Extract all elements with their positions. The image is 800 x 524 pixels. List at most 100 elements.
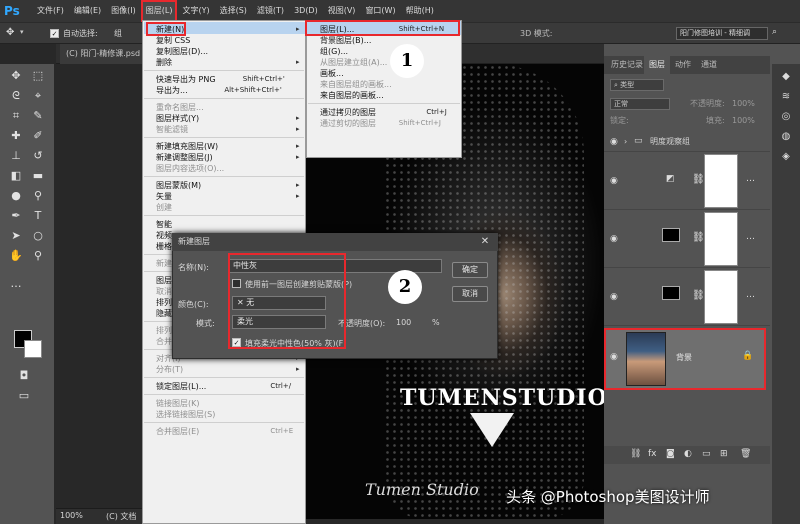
- layer-menu-item[interactable]: 复制图层(D)...: [156, 46, 208, 57]
- menu-window[interactable]: 窗口(W): [360, 0, 400, 22]
- layer-menu-item[interactable]: 智能滤镜: [156, 124, 188, 135]
- layer-menu-item[interactable]: 链接图层(K): [156, 398, 200, 409]
- ellipse-tool-icon[interactable]: ○: [30, 228, 46, 244]
- eye-icon[interactable]: ◉: [610, 292, 618, 302]
- dodge-tool-icon[interactable]: ⚲: [30, 188, 46, 204]
- channels-icon[interactable]: ◍: [779, 130, 793, 144]
- adjust-icon[interactable]: ◎: [779, 110, 793, 124]
- link-icon[interactable]: ⛓: [692, 174, 705, 185]
- layer-menu-item[interactable]: 图层: [156, 275, 172, 286]
- link-icon[interactable]: ⛓: [692, 232, 705, 243]
- menu-3d[interactable]: 3D(D): [289, 0, 323, 22]
- trash-icon[interactable]: 🗑: [740, 449, 751, 459]
- layer-menu-item[interactable]: 取消: [156, 286, 172, 297]
- search-icon[interactable]: ⌕: [772, 27, 777, 37]
- layer-mask-thumbnail[interactable]: [704, 270, 738, 324]
- group-name[interactable]: 明度观察组: [650, 136, 690, 147]
- layer-menu-item[interactable]: 复制 CSS: [156, 35, 190, 46]
- link-icon[interactable]: ⛓: [692, 290, 705, 301]
- submenu-item[interactable]: 来自图层组的画板...: [320, 79, 392, 90]
- brush-tool-icon[interactable]: ✐: [30, 128, 46, 144]
- tab-actions[interactable]: 动作: [670, 56, 696, 74]
- fill-value[interactable]: 100%: [732, 114, 755, 128]
- submenu-item[interactable]: 画板...: [320, 68, 344, 79]
- submenu-item[interactable]: 通过拷贝的图层: [320, 107, 376, 118]
- paths-icon[interactable]: ◈: [779, 150, 793, 164]
- clone-stamp-icon[interactable]: ⊥: [8, 148, 24, 164]
- new-layer-icon[interactable]: ⊞: [720, 449, 728, 459]
- submenu-item[interactable]: 背景图层(B)...: [320, 35, 371, 46]
- opacity-input[interactable]: 100: [396, 318, 411, 327]
- move-tool-icon[interactable]: ✥: [8, 68, 24, 84]
- layer-menu-item[interactable]: 删除: [156, 57, 172, 68]
- layer-menu-item[interactable]: 创建: [156, 202, 172, 213]
- gradient-icon[interactable]: ▬: [30, 168, 46, 184]
- pen-tool-icon[interactable]: ✒: [8, 208, 24, 224]
- fx-icon[interactable]: fx: [648, 449, 657, 459]
- lasso-tool-icon[interactable]: ᘓ: [8, 88, 24, 104]
- layer-row[interactable]: ◉ ◩ ⛓ …: [604, 152, 770, 210]
- move-tool-icon[interactable]: ✥: [6, 27, 14, 38]
- eyedropper-icon[interactable]: ✎: [30, 108, 46, 124]
- cube-icon[interactable]: ◆: [779, 70, 793, 84]
- doc-info[interactable]: (C) 文档: [106, 511, 136, 522]
- layer-menu-item[interactable]: 栅格: [156, 241, 172, 252]
- layer-menu-item[interactable]: 排列: [156, 297, 172, 308]
- menu-select[interactable]: 选择(S): [215, 0, 252, 22]
- ok-button[interactable]: 确定: [452, 262, 488, 278]
- quick-mask-icon[interactable]: ◘: [16, 368, 32, 384]
- menu-edit[interactable]: 编辑(E): [69, 0, 106, 22]
- layer-row[interactable]: ◉ ⛓ …: [604, 268, 770, 326]
- layer-menu-item[interactable]: 快速导出为 PNG: [156, 74, 216, 85]
- background-color-swatch[interactable]: [24, 340, 42, 358]
- filter-kind-select[interactable]: ⌕ 类型: [610, 79, 664, 91]
- layer-menu-item[interactable]: 矢量: [156, 191, 172, 202]
- eye-icon[interactable]: ◉: [610, 137, 618, 147]
- layer-menu-item[interactable]: 图层样式(Y): [156, 113, 199, 124]
- layer-menu-item[interactable]: 智能: [156, 219, 172, 230]
- submenu-item[interactable]: 组(G)...: [320, 46, 348, 57]
- group-icon[interactable]: ▭: [702, 449, 711, 459]
- layer-menu-item[interactable]: 新建填充图层(W): [156, 141, 218, 152]
- type-tool-icon[interactable]: T: [30, 208, 46, 224]
- background-layer-row[interactable]: ◉ 背景 🔒: [604, 328, 766, 390]
- layer-menu-item[interactable]: 选择链接图层(S): [156, 409, 215, 420]
- zoom-level[interactable]: 100%: [60, 511, 83, 520]
- tab-history[interactable]: 历史记录: [606, 56, 648, 74]
- menu-type[interactable]: 文字(Y): [177, 0, 214, 22]
- path-select-icon[interactable]: ➤: [8, 228, 24, 244]
- layer-menu-item[interactable]: 导出为...: [156, 85, 188, 96]
- cancel-button[interactable]: 取消: [452, 286, 488, 302]
- layer-menu-item[interactable]: 新建: [156, 258, 172, 269]
- more-tools-icon[interactable]: …: [8, 276, 24, 292]
- layer-menu-item[interactable]: 图层内容选项(O)...: [156, 163, 224, 174]
- submenu-item[interactable]: 通过剪切的图层: [320, 118, 376, 129]
- eye-icon[interactable]: ◉: [610, 176, 618, 186]
- layer-menu-item[interactable]: 视频: [156, 230, 172, 241]
- add-mask-icon[interactable]: ◙: [666, 449, 675, 459]
- blur-tool-icon[interactable]: ●: [8, 188, 24, 204]
- background-layer-name[interactable]: 背景: [676, 352, 692, 363]
- menu-layer[interactable]: 图层(L): [140, 0, 178, 22]
- hand-tool-icon[interactable]: ✋: [8, 248, 24, 264]
- workspace-select[interactable]: 阳门修图培训 - 精细调: [676, 27, 768, 40]
- layer-menu-item[interactable]: 图层蒙版(M): [156, 180, 201, 191]
- layer-row[interactable]: ◉ ⛓ …: [604, 210, 770, 268]
- layers-icon[interactable]: ≋: [779, 90, 793, 104]
- zoom-tool-icon[interactable]: ⚲: [30, 248, 46, 264]
- menu-help[interactable]: 帮助(H): [401, 0, 439, 22]
- layer-menu-item[interactable]: 锁定图层(L)...: [156, 381, 206, 392]
- layer-menu-item[interactable]: 重命名图层...: [156, 102, 204, 113]
- eye-icon[interactable]: ◉: [610, 352, 618, 362]
- link-layers-icon[interactable]: ⛓: [630, 449, 641, 459]
- blend-mode-select[interactable]: 正常: [610, 98, 670, 110]
- tab-channels[interactable]: 通道: [696, 56, 722, 74]
- eraser-icon[interactable]: ◧: [8, 168, 24, 184]
- eye-icon[interactable]: ◉: [610, 234, 618, 244]
- close-icon[interactable]: ✕: [476, 235, 494, 249]
- menu-filter[interactable]: 滤镜(T): [252, 0, 289, 22]
- layer-mask-thumbnail[interactable]: [704, 154, 738, 208]
- layer-mask-thumbnail[interactable]: [704, 212, 738, 266]
- marquee-tool-icon[interactable]: ⬚: [30, 68, 46, 84]
- auto-select-dropdown[interactable]: 组: [114, 28, 122, 39]
